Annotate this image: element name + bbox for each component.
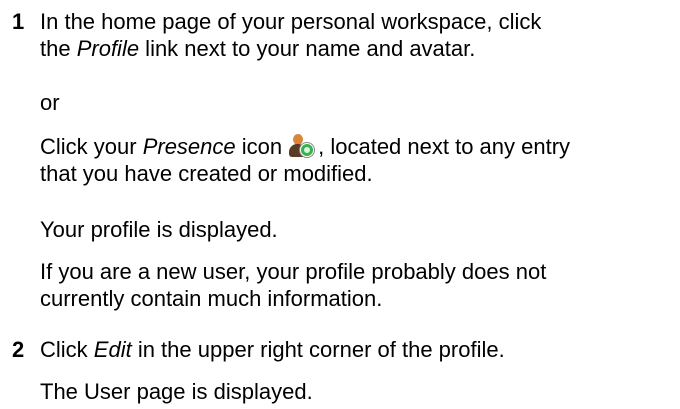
- instruction-text: In the home page of your personal worksp…: [40, 9, 542, 34]
- instruction-text: link next to your name and avatar.: [139, 36, 476, 61]
- instruction-text: that you have created or modified.: [40, 161, 373, 186]
- edit-term: Edit: [93, 337, 132, 362]
- instruction-text: , located next to any entry: [318, 134, 571, 159]
- step-number: 1: [12, 9, 25, 34]
- step-1-result: Your profile is displayed.: [40, 217, 278, 242]
- instruction-text: the: [40, 36, 77, 61]
- note-text: If you are a new user, your profile prob…: [40, 259, 547, 284]
- presence-icon: [288, 134, 315, 158]
- instruction-text: Click: [40, 337, 94, 362]
- instruction-text: Click your: [40, 134, 143, 159]
- note-text: currently contain much information.: [40, 286, 383, 311]
- profile-link-term: Profile: [76, 36, 140, 61]
- or-separator: or: [40, 90, 60, 115]
- step-1-note: If you are a new user, your profile prob…: [40, 258, 680, 312]
- instruction-text: in the upper right corner of the profile…: [131, 337, 505, 362]
- step-number: 2: [12, 337, 25, 362]
- instruction-text: icon: [235, 134, 283, 159]
- step-1-alternative: Click your Presence icon , located next t…: [40, 133, 680, 187]
- step-2-instruction: Click Edit in the upper right corner of …: [40, 336, 680, 363]
- presence-term: Presence: [142, 134, 236, 159]
- step-1-instruction: In the home page of your personal worksp…: [40, 8, 680, 62]
- step-2-result: The User page is displayed.: [40, 379, 313, 404]
